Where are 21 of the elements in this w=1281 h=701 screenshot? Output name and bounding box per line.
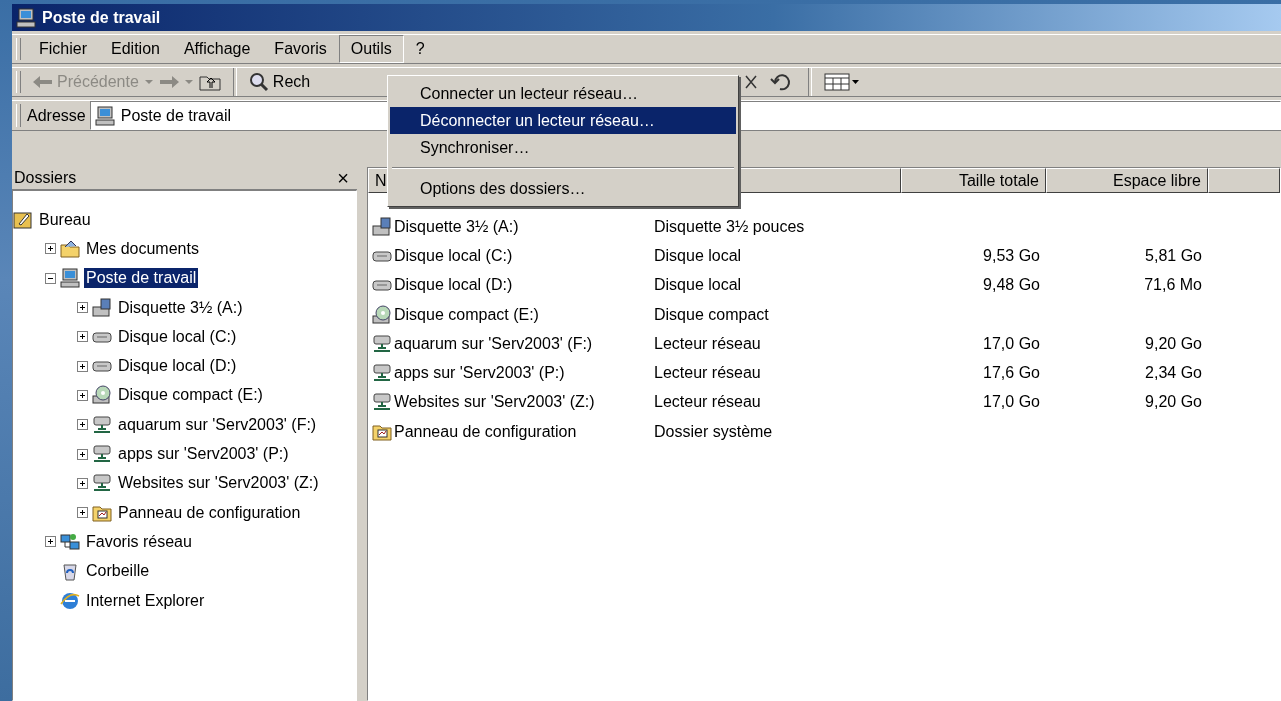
free-space-cell-text: 9,20 Go: [1144, 393, 1203, 412]
type-cell-text: Dossier système: [653, 422, 774, 441]
type-cell-text: Lecteur réseau: [653, 393, 762, 412]
free-space-cell-text: 9,20 Go: [1144, 334, 1203, 353]
address-label: Adresse: [27, 106, 86, 125]
type-cell-text: Lecteur réseau: [653, 334, 762, 353]
type-cell-text: Disque local: [653, 276, 743, 295]
type-cell-text: Disquette 3½ pouces: [653, 217, 806, 236]
type-cell-text: Lecteur réseau: [653, 364, 762, 383]
free-space-cell-text: 2,34 Go: [1144, 364, 1203, 383]
size-cell-text: 9,53 Go: [982, 246, 1041, 265]
size-cell-text: 17,0 Go: [982, 334, 1041, 353]
free-space-cell-text: 71,6 Mo: [1143, 276, 1203, 295]
size-cell-text: 17,0 Go: [982, 393, 1041, 412]
size-cell-text: 17,6 Go: [982, 364, 1041, 383]
free-space-cell-text: 5,81 Go: [1144, 246, 1203, 265]
type-cell-text: Disque local: [653, 246, 743, 265]
window-title: Poste de travail: [42, 8, 161, 27]
size-cell-text: 9,48 Go: [982, 276, 1041, 295]
pane-title: Dossiers: [14, 169, 77, 187]
type-cell-text: Disque compact: [653, 305, 770, 324]
